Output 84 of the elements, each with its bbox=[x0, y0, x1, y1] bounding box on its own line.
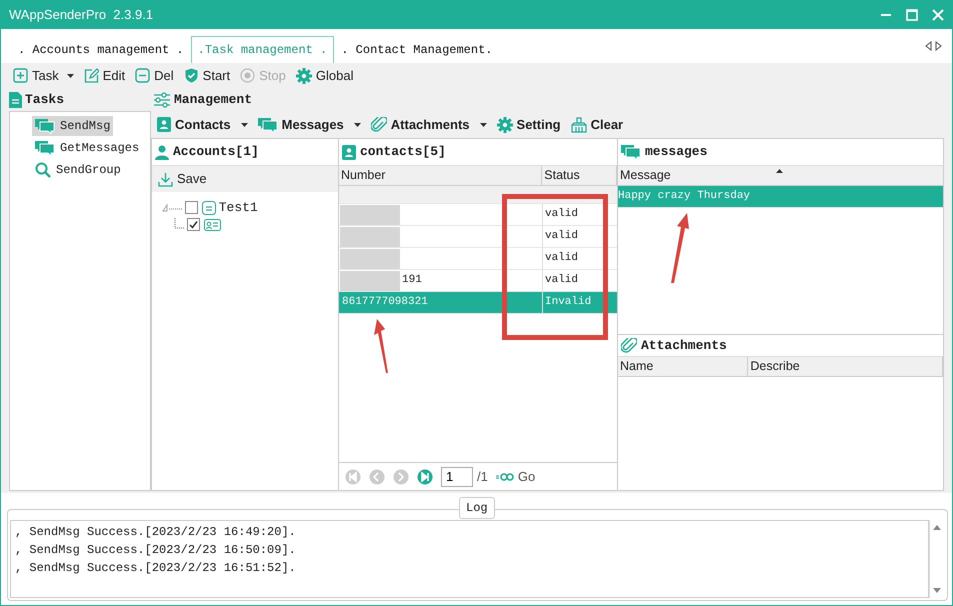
last-page-icon[interactable] bbox=[417, 468, 433, 484]
table-cell-text: 191 bbox=[401, 273, 422, 288]
user-icon bbox=[155, 144, 169, 160]
checkbox[interactable] bbox=[185, 201, 198, 214]
table-cell-text: 8617777098321 bbox=[341, 295, 428, 310]
shield-check-icon bbox=[184, 68, 199, 83]
column-header[interactable]: Name bbox=[618, 357, 748, 376]
window-title: WAppSenderPro 2.3.9.1 bbox=[9, 6, 154, 24]
sort-icon bbox=[776, 169, 783, 173]
table-row[interactable]: valid bbox=[339, 204, 617, 226]
log-line: , SendMsg Success.[2023/2/23 16:49:20]. bbox=[15, 524, 297, 541]
toolbar-button[interactable]: Task bbox=[13, 66, 74, 86]
document-icon bbox=[9, 92, 22, 108]
sliders-icon bbox=[153, 92, 171, 108]
column-header[interactable]: Describe bbox=[748, 357, 943, 376]
toolbar-button[interactable]: Setting bbox=[496, 114, 561, 134]
toolbar-button[interactable]: Clear bbox=[570, 114, 624, 134]
panel-title: Accounts[1] bbox=[173, 143, 259, 162]
toolbar-button[interactable]: Del bbox=[135, 66, 174, 86]
expander-icon[interactable] bbox=[162, 202, 182, 213]
gear-icon bbox=[496, 116, 513, 132]
stop-icon bbox=[240, 68, 256, 83]
checkbox[interactable] bbox=[187, 218, 200, 231]
page-total: /1 bbox=[477, 468, 488, 486]
gear-icon bbox=[296, 68, 312, 84]
close-icon[interactable] bbox=[932, 9, 944, 21]
paperclip-icon bbox=[370, 116, 387, 132]
tab[interactable]: . Accounts management . bbox=[11, 36, 191, 63]
download-icon bbox=[158, 172, 173, 186]
tab[interactable]: . Contact Management. bbox=[334, 36, 500, 63]
minus-icon bbox=[135, 68, 150, 83]
add-icon bbox=[13, 68, 28, 83]
panel-title: Tasks bbox=[25, 90, 64, 109]
edit-icon bbox=[84, 68, 99, 83]
page-field[interactable]: 1 bbox=[441, 466, 473, 486]
scroll-left-icon[interactable] bbox=[924, 41, 932, 51]
sidebar-item[interactable]: SendMsg bbox=[32, 116, 114, 136]
table-row[interactable]: valid bbox=[339, 226, 617, 248]
tree-node-label[interactable]: Test1 bbox=[218, 198, 258, 218]
caret-icon bbox=[66, 74, 74, 78]
log-tab[interactable]: Log bbox=[459, 497, 495, 519]
maximize-icon[interactable] bbox=[906, 9, 918, 21]
chat-icon bbox=[35, 140, 55, 156]
annotation-arrow bbox=[371, 319, 389, 373]
toolbar-button[interactable]: Edit bbox=[84, 66, 126, 86]
column-header[interactable]: Status bbox=[542, 166, 617, 185]
table-cell-text: valid bbox=[544, 229, 578, 244]
table-row[interactable]: valid bbox=[339, 248, 617, 270]
search-icon bbox=[35, 162, 51, 178]
column-header[interactable]: Number bbox=[339, 166, 542, 185]
chat-icon bbox=[621, 144, 641, 160]
sidebar-item[interactable]: SendGroup bbox=[32, 160, 124, 180]
panel-title: Management bbox=[174, 90, 252, 109]
id-card-icon bbox=[204, 218, 220, 230]
paperclip-icon bbox=[621, 338, 637, 354]
go-icon bbox=[496, 472, 514, 480]
caret-icon bbox=[354, 122, 361, 126]
contact-card-icon bbox=[157, 117, 171, 132]
go-button[interactable]: Go bbox=[496, 466, 536, 486]
toolbar-button[interactable]: Contacts bbox=[157, 114, 248, 134]
toolbar-button[interactable]: Start bbox=[184, 66, 230, 86]
sidebar-item[interactable]: GetMessages bbox=[32, 138, 142, 158]
tree-line-icon bbox=[174, 218, 184, 232]
annotation-arrow bbox=[669, 213, 689, 283]
list-icon bbox=[202, 200, 216, 215]
panel-title: messages bbox=[645, 143, 708, 162]
table-cell-text: Invalid bbox=[544, 295, 592, 310]
chat-icon bbox=[35, 118, 55, 134]
broom-icon bbox=[570, 116, 587, 132]
caret-icon bbox=[480, 122, 487, 126]
toolbar-button[interactable]: Attachments bbox=[370, 114, 487, 134]
contact-card-icon bbox=[342, 144, 356, 160]
panel-title: Attachments bbox=[641, 336, 727, 355]
panel-title: contacts[5] bbox=[360, 143, 446, 162]
table-cell-text: valid bbox=[544, 273, 578, 288]
table-cell-text: valid bbox=[544, 251, 578, 266]
log-line: , SendMsg Success.[2023/2/23 16:51:52]. bbox=[15, 560, 297, 577]
table-cell-text: valid bbox=[544, 207, 578, 222]
chat-icon bbox=[258, 116, 278, 132]
toolbar-button[interactable]: Global bbox=[296, 66, 354, 86]
log-line: , SendMsg Success.[2023/2/23 16:50:09]. bbox=[15, 542, 297, 559]
scroll-right-icon[interactable] bbox=[935, 41, 942, 51]
caret-icon bbox=[240, 122, 248, 126]
toolbar-button[interactable]: Messages bbox=[258, 114, 361, 134]
